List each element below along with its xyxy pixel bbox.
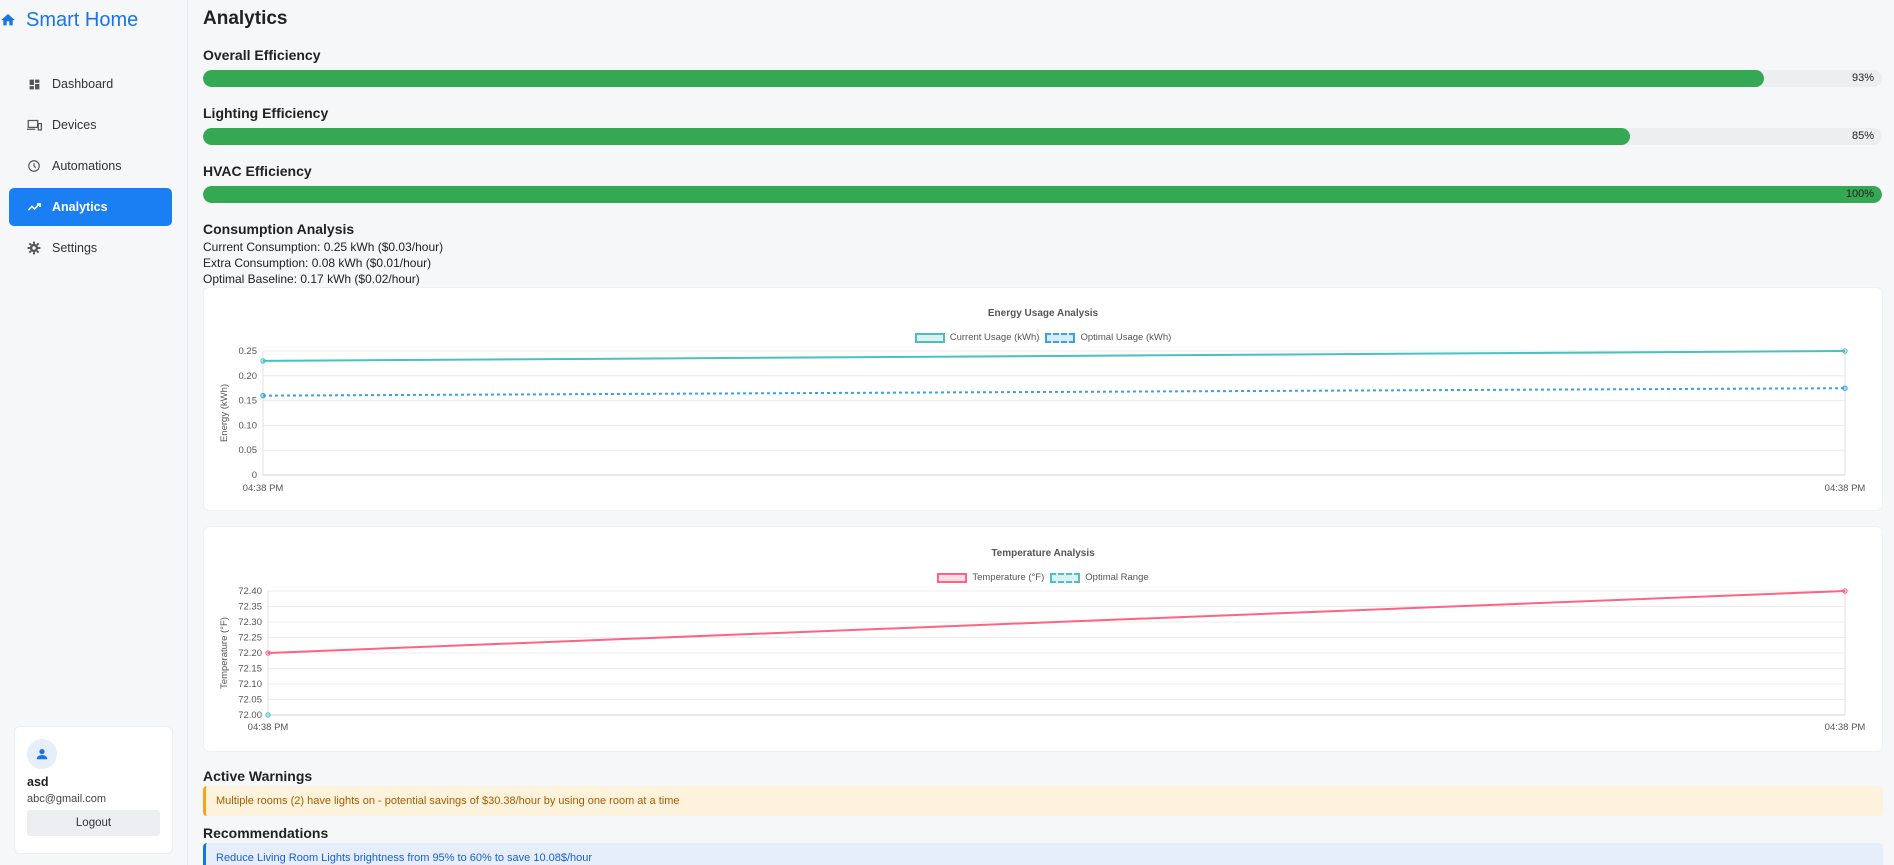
- data-point: [260, 358, 266, 364]
- efficiency-bar-fill: [203, 70, 1765, 87]
- data-point: [265, 712, 271, 718]
- y-tick-label: 72.00: [238, 710, 262, 721]
- y-tick-label: 72.25: [238, 633, 262, 644]
- y-tick-label: 72.10: [238, 679, 262, 690]
- energy-chart-plot: 0 0.05 0.10 0.15 0.20 0.25 04:38 PM 04:38 PM Ene…: [219, 346, 1866, 494]
- y-axis-label: Energy (kWh): [219, 384, 230, 442]
- sidebar-item-label: Automations: [52, 159, 122, 173]
- sidebar-item-dashboard[interactable]: Dashboard: [9, 65, 172, 103]
- y-tick-label: 72.05: [238, 695, 262, 706]
- sidebar-item-devices[interactable]: Devices: [9, 106, 172, 144]
- consumption-title: Consumption Analysis: [203, 221, 355, 237]
- avatar: [27, 739, 57, 769]
- efficiency-title-overall: Overall Efficiency: [203, 47, 321, 63]
- user-icon: [36, 749, 48, 760]
- consumption-baseline: Optimal Baseline: 0.17 kWh ($0.02/hour): [203, 272, 420, 286]
- temperature-chart-plot: 72.00 72.05 72.10 72.15 72.20 72.25 72.30 72.35…: [219, 586, 1866, 733]
- data-point: [1842, 588, 1848, 594]
- y-axis-label: Temperature (°F): [219, 617, 230, 689]
- y-tick-label: 0.05: [239, 445, 258, 456]
- devices-icon: [26, 117, 42, 133]
- sidebar-item-label: Settings: [52, 241, 98, 255]
- user-name: asd: [27, 775, 49, 789]
- efficiency-bar-lighting: 85%: [203, 128, 1882, 145]
- analytics-icon: [26, 199, 42, 215]
- efficiency-percent: 100%: [1845, 188, 1874, 200]
- efficiency-bar-overall: 93%: [203, 70, 1882, 87]
- y-tick-label: 0.20: [239, 371, 258, 382]
- energy-chart-card: Energy Usage Analysis Current Usage (kWh…: [203, 287, 1883, 511]
- y-tick-label: 0.10: [239, 420, 258, 431]
- x-tick-label: 04:38 PM: [243, 483, 284, 494]
- sidebar-item-automations[interactable]: Automations: [9, 147, 172, 185]
- efficiency-title-lighting: Lighting Efficiency: [203, 105, 329, 121]
- y-tick-label: 72.20: [238, 648, 262, 659]
- x-tick-label: 04:38 PM: [1825, 483, 1866, 494]
- efficiency-bar-hvac: 100%: [203, 186, 1882, 203]
- data-point: [1842, 348, 1848, 354]
- user-email: abc@gmail.com: [27, 793, 107, 805]
- sidebar-item-analytics[interactable]: Analytics: [9, 188, 172, 226]
- y-tick-label: 0.15: [239, 396, 258, 407]
- app-title: Smart Home: [26, 8, 139, 31]
- consumption-extra: Extra Consumption: 0.08 kWh ($0.01/hour): [203, 256, 432, 270]
- efficiency-percent: 93%: [1851, 72, 1874, 84]
- warning-item: Multiple rooms (2) have lights on - pote…: [203, 786, 1883, 816]
- sidebar-nav: Dashboard Devices Automations Analytics …: [9, 65, 172, 270]
- sidebar: Smart Home Dashboard Devices Automations…: [0, 0, 188, 865]
- series-line-1: [262, 350, 1846, 362]
- y-tick-label: 72.30: [238, 617, 262, 628]
- x-tick-label: 04:38 PM: [1825, 722, 1866, 733]
- data-point: [260, 392, 266, 399]
- series-line-2: [262, 387, 1846, 397]
- user-card: asd abc@gmail.com Logout: [14, 726, 173, 854]
- app-brand[interactable]: Smart Home: [0, 8, 138, 32]
- temperature-chart-card: Temperature Analysis Temperature (°F) Op…: [203, 526, 1883, 752]
- efficiency-percent: 85%: [1851, 130, 1874, 142]
- y-tick-label: 72.40: [238, 586, 262, 597]
- page-title: Analytics: [203, 8, 288, 29]
- dashboard-icon: [26, 76, 42, 92]
- y-tick-label: 72.35: [238, 602, 262, 613]
- efficiency-bar-fill: [203, 186, 1882, 203]
- y-tick-label: 0.25: [239, 346, 258, 357]
- clock-icon: [26, 158, 42, 174]
- sidebar-item-label: Analytics: [52, 200, 108, 214]
- recommendations-title: Recommendations: [203, 825, 329, 841]
- x-tick-label: 04:38 PM: [248, 722, 289, 733]
- consumption-current: Current Consumption: 0.25 kWh ($0.03/hou…: [203, 240, 444, 254]
- data-point: [1842, 385, 1848, 391]
- sidebar-item-label: Devices: [52, 118, 97, 132]
- recommendation-item: Reduce Living Room Lights brightness fro…: [203, 843, 1883, 865]
- y-tick-label: 0: [252, 470, 257, 481]
- efficiency-title-hvac: HVAC Efficiency: [203, 163, 312, 179]
- sidebar-item-settings[interactable]: Settings: [9, 229, 172, 267]
- gear-icon: [26, 240, 42, 256]
- y-tick-label: 72.15: [238, 664, 262, 675]
- sidebar-item-label: Dashboard: [52, 77, 114, 91]
- logout-button[interactable]: Logout: [27, 810, 160, 836]
- data-point: [265, 650, 271, 656]
- warnings-title: Active Warnings: [203, 768, 313, 784]
- home-icon: [1, 14, 15, 26]
- efficiency-bar-fill: [203, 128, 1631, 145]
